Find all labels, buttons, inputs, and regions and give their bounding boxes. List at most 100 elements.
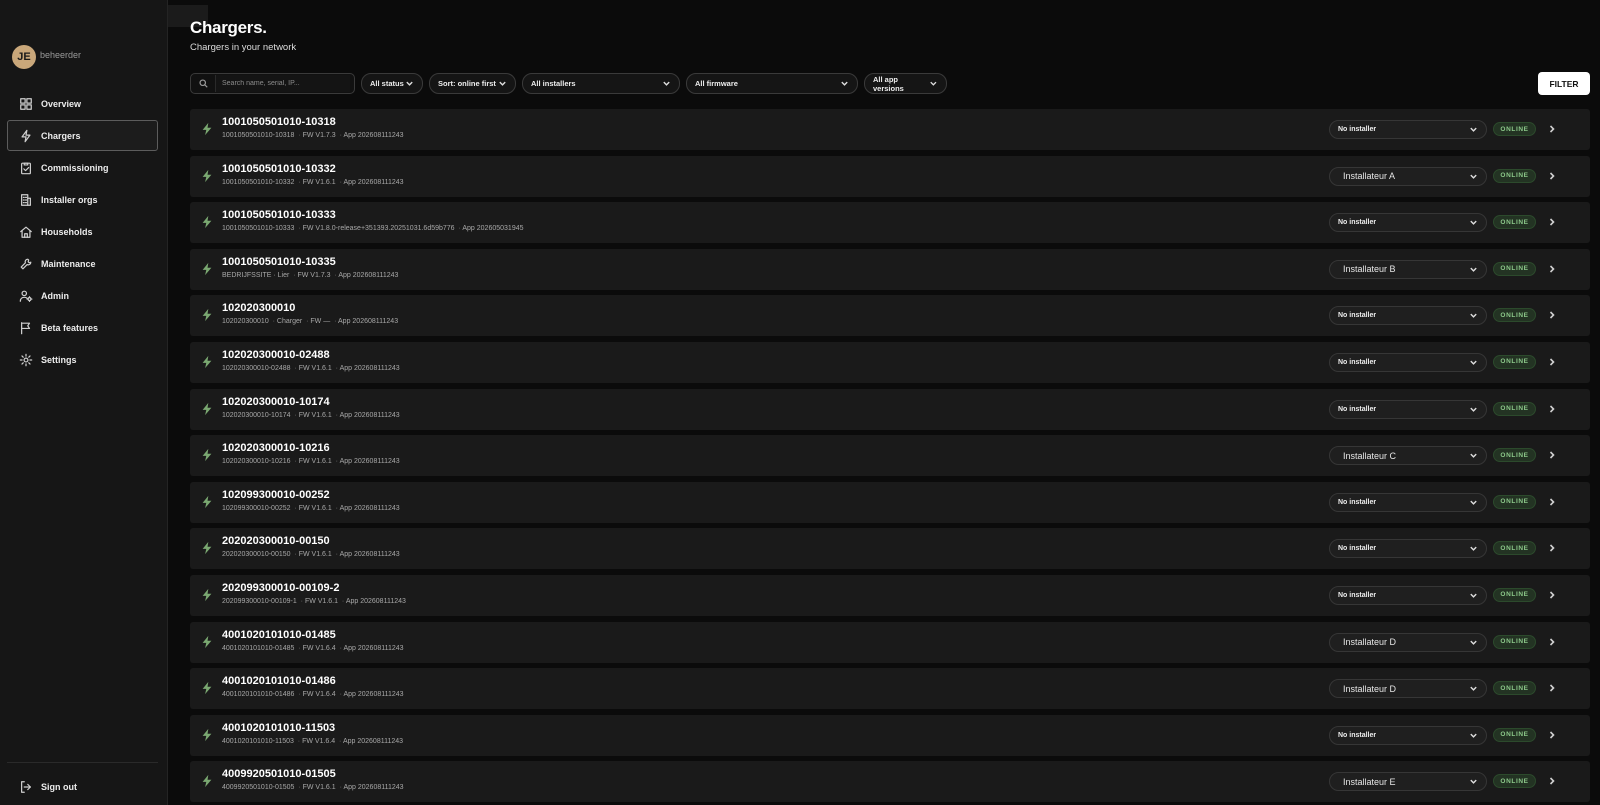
chevron-right-icon[interactable] <box>1547 357 1557 367</box>
charger-row[interactable]: 102020300010-02488 102020300010-02488 · F… <box>190 341 1590 383</box>
status-badge: ONLINE <box>1493 727 1536 742</box>
meta-separator: · <box>335 411 339 419</box>
installers-filter-select[interactable]: All installers <box>522 73 680 94</box>
sidebar-item-chargers[interactable]: Chargers <box>7 120 158 151</box>
chevron-right-icon[interactable] <box>1547 264 1557 274</box>
chevron-right-icon[interactable] <box>1547 590 1557 600</box>
charger-meta-part: App 202608111243 <box>343 644 404 652</box>
chevron-right-icon[interactable] <box>1547 543 1557 553</box>
sort-select[interactable]: Sort: online first <box>429 73 516 94</box>
charger-meta-part: 102099300010-00252 <box>222 504 291 512</box>
sidebar-item-maintenance[interactable]: Maintenance <box>7 248 158 279</box>
installer-select[interactable]: No installer <box>1329 120 1487 139</box>
user-profile[interactable]: JE beheerder <box>12 45 81 69</box>
charger-name: 4009920501010-01505 <box>222 768 336 781</box>
charger-meta-part: Charger <box>276 318 303 326</box>
flag-icon <box>21 321 31 334</box>
installer-select[interactable]: Installateur B <box>1329 259 1487 279</box>
charger-name: 1001050501010-10333 <box>222 209 336 222</box>
charger-meta-part: FW V1.6.4 <box>302 644 336 652</box>
bolt-icon <box>202 495 212 508</box>
installer-select[interactable]: Installateur A <box>1329 166 1487 186</box>
installer-select[interactable]: No installer <box>1329 539 1487 559</box>
app-versions-filter-select[interactable]: All app versions <box>864 73 947 94</box>
chevron-right-icon[interactable] <box>1547 497 1557 507</box>
charger-row[interactable]: 102020300010 102020300010 · Charger · FW … <box>190 295 1590 337</box>
charger-name: 102020300010 <box>222 302 296 315</box>
firmware-filter-select[interactable]: All firmware <box>686 73 858 94</box>
charger-row[interactable]: 1001050501010-10333 1001050501010-10333 ·… <box>190 202 1590 244</box>
chevron-right-icon[interactable] <box>1547 730 1557 740</box>
installer-select[interactable]: No installer <box>1329 352 1487 372</box>
charger-row[interactable]: 102099300010-00252 102099300010-00252 · F… <box>190 481 1590 523</box>
chevron-right-icon[interactable] <box>1547 450 1557 460</box>
chevron-right-icon[interactable] <box>1547 404 1557 414</box>
chevron-right-icon[interactable] <box>1547 171 1557 181</box>
charger-name: 102020300010-10216 <box>222 442 330 455</box>
chevron-right-icon[interactable] <box>1547 683 1557 693</box>
installer-select[interactable]: No installer <box>1329 725 1487 745</box>
search-input[interactable] <box>215 75 350 92</box>
charger-meta-part: 102020300010-10174 <box>222 411 291 419</box>
bolt-icon <box>202 402 212 415</box>
sidebar-item-commissioning[interactable]: Commissioning <box>7 152 158 183</box>
installer-select[interactable]: Installateur C <box>1329 446 1487 466</box>
meta-separator: · <box>335 364 339 372</box>
bolt-icon <box>202 449 212 462</box>
chevron-right-icon[interactable] <box>1547 124 1557 134</box>
charger-row[interactable]: 4009920501010-01505 4009920501010-01505 ·… <box>190 761 1590 803</box>
installer-select[interactable]: No installer <box>1329 492 1487 512</box>
username: beheerder <box>40 50 82 60</box>
installer-select[interactable]: No installer <box>1329 213 1487 233</box>
chevron-right-icon[interactable] <box>1547 776 1557 786</box>
firmware-filter-label: All firmware <box>695 79 738 88</box>
charger-row[interactable]: 4001020101010-01485 4001020101010-01485 ·… <box>190 621 1590 663</box>
installer-select[interactable]: Installateur E <box>1329 772 1487 792</box>
charger-meta-part: 4009920501010-01505 <box>222 784 295 792</box>
chevron-right-icon[interactable] <box>1547 310 1557 320</box>
installer-select[interactable]: No installer <box>1329 306 1487 326</box>
charger-row[interactable]: 4001020101010-01486 4001020101010-01486 ·… <box>190 668 1590 710</box>
filter-button[interactable]: FILTER <box>1538 72 1590 95</box>
charger-meta-part: FW — <box>310 318 331 326</box>
meta-separator: · <box>294 504 297 512</box>
installer-select[interactable]: Installateur D <box>1329 632 1487 652</box>
bolt-icon <box>202 122 212 136</box>
meta-separator: · <box>298 132 301 139</box>
sidebar-item-overview[interactable]: Overview <box>7 88 158 119</box>
meta-separator: · <box>294 551 297 559</box>
charger-row[interactable]: 1001050501010-10318 1001050501010-10318 ·… <box>190 109 1590 150</box>
charger-row[interactable]: 1001050501010-10332 1001050501010-10332 ·… <box>190 155 1590 197</box>
sidebar-item-beta-features[interactable]: Beta features <box>7 312 158 343</box>
sidebar-item-households[interactable]: Households <box>7 216 158 247</box>
charger-meta: 102099300010-00252 · FW V1.6.1 · App 202… <box>222 505 400 512</box>
installer-select-value: Installateur E <box>1343 776 1396 787</box>
meta-separator: · <box>298 644 301 652</box>
status-filter-select[interactable]: All status <box>361 73 423 94</box>
meta-separator: · <box>339 644 342 652</box>
sidebar-item-settings[interactable]: Settings <box>7 344 158 375</box>
sign-out-button[interactable]: Sign out <box>7 771 158 802</box>
charger-meta-part: App 202608111243 <box>339 504 400 512</box>
charger-row[interactable]: 4001020101010-11503 4001020101010-11503 ·… <box>190 714 1590 756</box>
charger-row[interactable]: 202099300010-00109-2 202099300010-00109-1… <box>190 574 1590 616</box>
charger-name: 1001050501010-10335 <box>222 255 336 268</box>
charger-meta-part: 102020300010 <box>222 318 269 326</box>
meta-separator: · <box>335 458 339 466</box>
chevron-down-icon <box>1470 546 1477 552</box>
charger-row[interactable]: 102020300010-10216 102020300010-10216 · F… <box>190 435 1590 477</box>
installer-select[interactable]: No installer <box>1329 585 1487 605</box>
sidebar-item-admin[interactable]: Admin <box>7 280 158 311</box>
charger-row[interactable]: 202020300010-00150 202020300010-00150 · F… <box>190 528 1590 570</box>
meta-separator: · <box>298 784 301 792</box>
chevron-right-icon[interactable] <box>1547 217 1557 227</box>
installer-select[interactable]: Installateur D <box>1329 679 1487 699</box>
charger-meta-part: App 202608111243 <box>339 551 400 559</box>
sidebar-item-installer-orgs[interactable]: Installer orgs <box>7 184 158 215</box>
charger-row[interactable]: 1001050501010-10335 BEDRIJFSSITE · Lier ·… <box>190 248 1590 290</box>
charger-meta: 4001020101010-01485 · FW V1.6.4 · App 20… <box>222 645 404 652</box>
meta-separator: · <box>339 178 342 186</box>
chevron-right-icon[interactable] <box>1547 637 1557 647</box>
charger-row[interactable]: 102020300010-10174 102020300010-10174 · F… <box>190 388 1590 430</box>
installer-select[interactable]: No installer <box>1329 399 1487 419</box>
